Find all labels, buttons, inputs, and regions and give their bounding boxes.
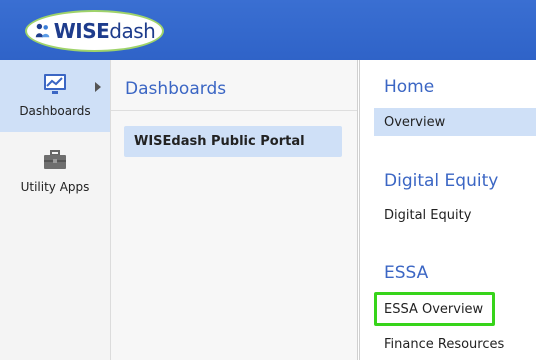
logo-text-dash: dash xyxy=(109,19,156,43)
dashboard-item-public-portal[interactable]: WISEdash Public Portal xyxy=(124,126,342,157)
section-title-essa: ESSA xyxy=(384,263,429,283)
app-header: WISEdash xyxy=(0,0,536,60)
sidebar-item-dashboards[interactable]: Dashboards xyxy=(0,60,110,132)
nav-link-digital-equity[interactable]: Digital Equity xyxy=(374,201,471,229)
nav-link-overview[interactable]: Overview xyxy=(374,108,536,136)
divider xyxy=(111,110,357,111)
logo-text-wise: WISE xyxy=(53,19,110,43)
sidebar-item-label: Dashboards xyxy=(19,104,91,118)
sidebar-item-label: Utility Apps xyxy=(20,180,90,194)
nav-link-essa-overview[interactable]: ESSA Overview xyxy=(374,295,483,323)
icon-sidebar: Dashboards Utility Apps xyxy=(0,60,111,360)
toolbox-icon xyxy=(44,150,66,169)
nav-link-finance-resources[interactable]: Finance Resources xyxy=(374,330,504,358)
section-title-home: Home xyxy=(384,77,435,97)
dashboards-panel-title: Dashboards xyxy=(125,79,227,99)
section-title-digital-equity: Digital Equity xyxy=(384,171,499,191)
sidebar-item-utility-apps[interactable]: Utility Apps xyxy=(0,136,110,208)
logo-text: WISEdash xyxy=(54,21,156,41)
chart-icon xyxy=(44,74,66,94)
dashboards-panel: Dashboards WISEdash Public Portal xyxy=(111,60,358,360)
dashboard-nav-panel: Home Overview Digital Equity Digital Equ… xyxy=(359,60,536,360)
wisedash-logo[interactable]: WISEdash xyxy=(25,10,164,52)
chevron-right-icon xyxy=(95,82,101,92)
people-logo-icon xyxy=(35,23,49,38)
